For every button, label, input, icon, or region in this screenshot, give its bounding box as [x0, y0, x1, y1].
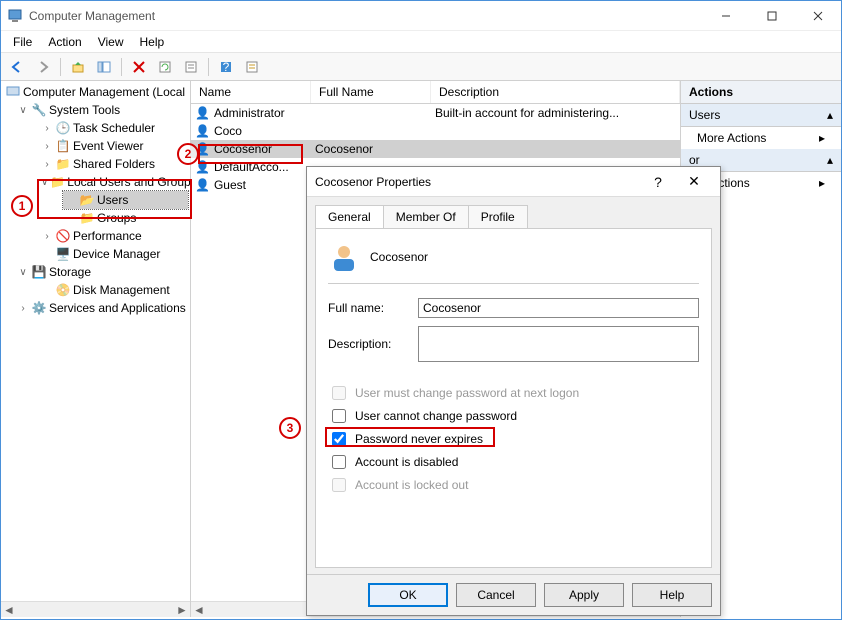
tree-root[interactable]: Computer Management (Local	[3, 83, 188, 101]
dialog-help-button[interactable]: ?	[640, 174, 676, 190]
tree-event-viewer[interactable]: ›📋Event Viewer	[39, 137, 188, 155]
tree-shared-folders[interactable]: ›📁Shared Folders	[39, 155, 188, 173]
properties-button[interactable]	[179, 56, 203, 78]
tree-groups[interactable]: 📁Groups	[63, 209, 188, 227]
tree-users[interactable]: 📂Users	[63, 191, 188, 209]
user-icon: 👤	[195, 142, 210, 156]
refresh-button[interactable]	[153, 56, 177, 78]
actions-section-users[interactable]: Users ▴	[681, 104, 841, 127]
dialog-titlebar: Cocosenor Properties ? ✕	[307, 167, 720, 197]
folder-icon: 📂	[79, 192, 95, 208]
help-button[interactable]: ?	[214, 56, 238, 78]
show-hide-tree-button[interactable]	[92, 56, 116, 78]
folder-icon: 📁	[79, 210, 95, 226]
event-icon: 📋	[55, 138, 71, 154]
folder-icon: 📁	[55, 156, 71, 172]
scroll-right-icon[interactable]: ►	[174, 602, 190, 618]
chk-disabled[interactable]: Account is disabled	[328, 452, 699, 472]
user-icon: 👤	[195, 106, 210, 120]
tree-device-manager[interactable]: 🖥️Device Manager	[39, 245, 188, 263]
storage-icon: 💾	[31, 264, 47, 280]
list-row[interactable]: 👤CocosenorCocosenor	[191, 140, 680, 158]
tree-local-users-groups[interactable]: ∨📁Local Users and Groups	[39, 173, 188, 191]
actions-title: Actions	[681, 81, 841, 104]
scroll-left-icon[interactable]: ◄	[1, 602, 17, 618]
chevron-right-icon: ▸	[819, 131, 825, 145]
chk-neverexpires[interactable]: Password never expires	[328, 429, 699, 449]
user-icon	[328, 241, 360, 273]
forward-button[interactable]	[31, 56, 55, 78]
minimize-button[interactable]	[703, 1, 749, 31]
fullname-label: Full name:	[328, 301, 418, 315]
tree-performance[interactable]: ›🚫Performance	[39, 227, 188, 245]
users-folder-icon: 📁	[50, 174, 65, 190]
description-label: Description:	[328, 337, 418, 351]
menubar: File Action View Help	[1, 31, 841, 53]
maximize-button[interactable]	[749, 1, 795, 31]
fullname-input[interactable]	[418, 298, 699, 318]
menu-file[interactable]: File	[5, 33, 40, 51]
tab-general[interactable]: General	[315, 205, 384, 228]
user-icon: 👤	[195, 160, 210, 174]
list-header: Name Full Name Description	[191, 81, 680, 104]
collapse-icon: ▴	[827, 153, 833, 167]
list-row[interactable]: 👤AdministratorBuilt-in account for admin…	[191, 104, 680, 122]
services-icon: ⚙️	[31, 300, 47, 316]
export-list-button[interactable]	[240, 56, 264, 78]
scroll-left-icon[interactable]: ◄	[191, 602, 207, 618]
delete-button[interactable]	[127, 56, 151, 78]
ok-button[interactable]: OK	[368, 583, 448, 607]
tree-task-scheduler[interactable]: ›🕒Task Scheduler	[39, 119, 188, 137]
chk-locked: Account is locked out	[328, 475, 699, 495]
clock-icon: 🕒	[55, 120, 71, 136]
cancel-button[interactable]: Cancel	[456, 583, 536, 607]
actions-more-users[interactable]: More Actions ▸	[681, 127, 841, 149]
menu-view[interactable]: View	[90, 33, 132, 51]
tree-disk-management[interactable]: 📀Disk Management	[39, 281, 188, 299]
user-icon: 👤	[195, 178, 210, 192]
tree-services-apps[interactable]: ›⚙️Services and Applications	[15, 299, 188, 317]
menu-help[interactable]: Help	[132, 33, 173, 51]
chk-cannotchange[interactable]: User cannot change password	[328, 406, 699, 426]
dialog-buttons: OK Cancel Apply Help	[307, 574, 720, 615]
toolbar: ?	[1, 53, 841, 81]
tab-body: Cocosenor Full name: Description: User m…	[315, 228, 712, 568]
titlebar: Computer Management	[1, 1, 841, 31]
help-dialog-button[interactable]: Help	[632, 583, 712, 607]
user-icon: 👤	[195, 124, 210, 138]
description-input[interactable]	[418, 326, 699, 362]
svg-text:?: ?	[223, 60, 230, 74]
disk-icon: 📀	[55, 282, 71, 298]
tree-scrollbar[interactable]: ◄ ►	[1, 601, 190, 617]
tabstrip: General Member Of Profile	[307, 197, 720, 228]
computer-management-window: Computer Management File Action View Hel…	[0, 0, 842, 620]
col-fullname[interactable]: Full Name	[311, 81, 431, 103]
dialog-title: Cocosenor Properties	[315, 175, 640, 189]
tools-icon: 🔧	[31, 102, 47, 118]
col-description[interactable]: Description	[431, 81, 680, 103]
back-button[interactable]	[5, 56, 29, 78]
menu-action[interactable]: Action	[40, 33, 89, 51]
navigation-tree[interactable]: Computer Management (Local ∨🔧System Tool…	[1, 81, 191, 617]
device-icon: 🖥️	[55, 246, 71, 262]
tab-profile[interactable]: Profile	[468, 205, 528, 228]
chevron-right-icon: ▸	[819, 176, 825, 190]
collapse-icon: ▴	[827, 108, 833, 122]
computer-icon	[5, 84, 21, 100]
chk-mustchange: User must change password at next logon	[328, 383, 699, 403]
perf-icon: 🚫	[55, 228, 71, 244]
col-name[interactable]: Name	[191, 81, 311, 103]
tab-memberof[interactable]: Member Of	[383, 205, 469, 228]
dialog-username: Cocosenor	[370, 250, 428, 264]
tree-storage[interactable]: ∨💾Storage	[15, 263, 188, 281]
close-button[interactable]	[795, 1, 841, 31]
tree-system-tools[interactable]: ∨🔧System Tools	[15, 101, 188, 119]
dialog-close-button[interactable]: ✕	[676, 173, 712, 190]
app-icon	[7, 8, 23, 24]
apply-button[interactable]: Apply	[544, 583, 624, 607]
up-button[interactable]	[66, 56, 90, 78]
window-title: Computer Management	[29, 9, 703, 23]
user-properties-dialog: Cocosenor Properties ? ✕ General Member …	[306, 166, 721, 616]
list-row[interactable]: 👤Coco	[191, 122, 680, 140]
